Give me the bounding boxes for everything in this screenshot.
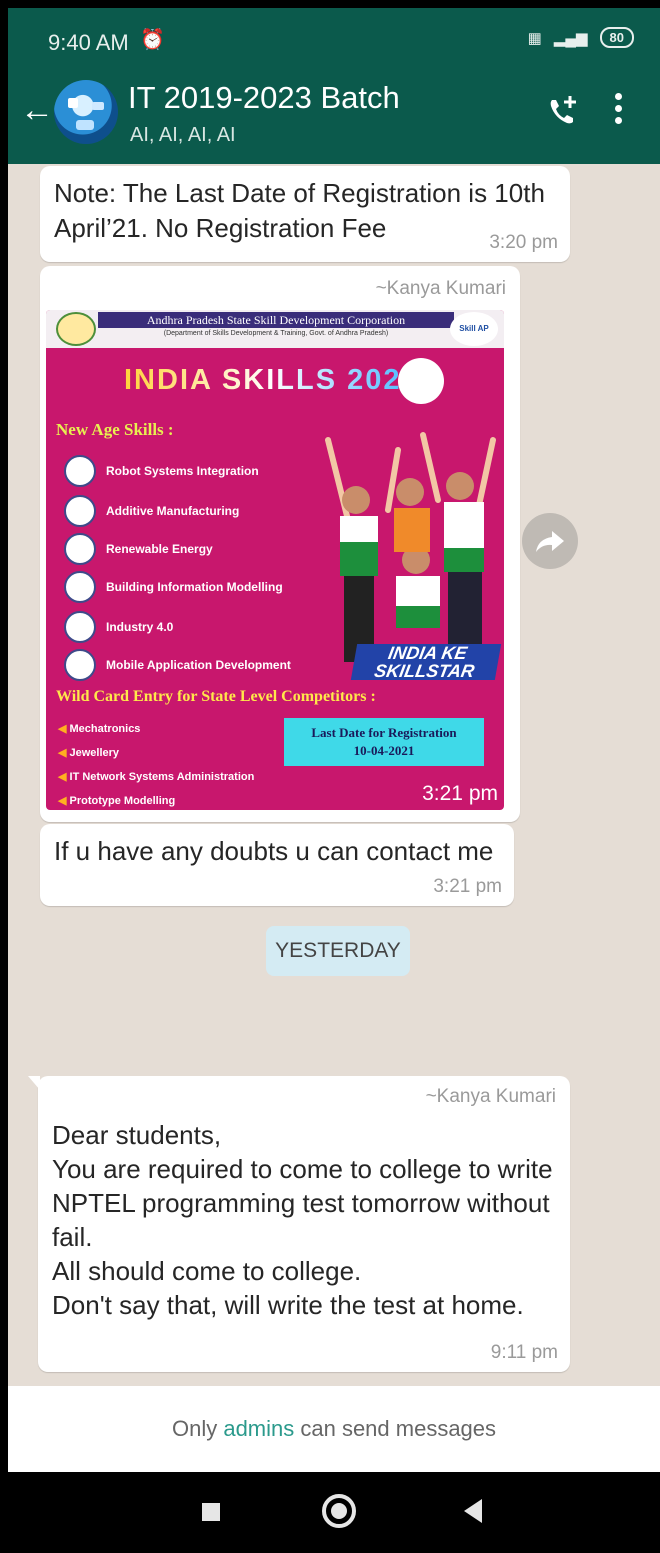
message-line: Dear students, (52, 1120, 222, 1150)
message-line: Don't say that, will write the test at h… (52, 1290, 524, 1320)
poster-last-date: Last Date for Registration 10-04-2021 (284, 718, 484, 766)
back-arrow-icon[interactable]: ← (20, 90, 54, 130)
building-icon (64, 571, 96, 603)
poster-wild-item: IT Network Systems Administration (58, 770, 255, 783)
poster-wild-item: Prototype Modelling (58, 794, 176, 807)
message-line: All should come to college. (52, 1256, 362, 1286)
message-bubble[interactable]: Note: The Last Date of Registration is 1… (40, 166, 570, 262)
skill-ap-logo: Skill AP (450, 312, 498, 346)
message-bubble[interactable]: ~Kanya Kumari Dear students, You are req… (28, 1076, 570, 1372)
back-icon[interactable] (464, 1499, 482, 1523)
poster-wild-card: Wild Card Entry for State Level Competit… (56, 688, 376, 705)
group-members[interactable]: AI, AI, AI, AI (130, 124, 236, 147)
poster-skill: Building Information Modelling (64, 571, 283, 603)
image-message[interactable]: ~Kanya Kumari Andhra Pradesh State Skill… (40, 266, 520, 822)
message-time: 3:21 pm (422, 782, 498, 805)
message-bubble[interactable]: If u have any doubts u can contact me 3:… (40, 824, 514, 906)
poster-title: INDIA SKILLS 2021 (124, 364, 420, 396)
poster-slogan: INDIA KE SKILLSTAR (350, 643, 502, 681)
poster-org: Andhra Pradesh State Skill Development C… (98, 312, 454, 328)
industry-icon (64, 611, 96, 643)
home-icon[interactable] (322, 1494, 356, 1528)
poster-skill: Additive Manufacturing (64, 495, 239, 527)
poster-skill: Robot Systems Integration (64, 455, 259, 487)
android-nav-bar (8, 1472, 660, 1553)
poster-wild-item: Mechatronics (58, 722, 141, 735)
message-sender: ~Kanya Kumari (425, 1086, 556, 1107)
bubble-tail (28, 1076, 40, 1090)
poster-skill: Industry 4.0 (64, 611, 173, 643)
india-skills-logo (398, 358, 444, 404)
poster-image[interactable]: Andhra Pradesh State Skill Development C… (46, 310, 504, 810)
energy-icon (64, 533, 96, 565)
admins-only-notice: Only admins can send messages (8, 1386, 660, 1472)
message-sender: ~Kanya Kumari (375, 278, 506, 299)
data-icon: ▦ (527, 29, 542, 47)
forward-icon[interactable] (522, 513, 578, 569)
poster-dept: (Department of Skills Development & Trai… (163, 330, 389, 337)
robot-icon (64, 455, 96, 487)
alarm-icon: ⏰ (140, 29, 165, 51)
more-options-icon[interactable] (608, 88, 628, 136)
mobile-app-icon (64, 649, 96, 681)
group-avatar[interactable] (54, 80, 118, 144)
date-divider: YESTERDAY (266, 926, 410, 976)
chat-header[interactable]: ← IT 2019-2023 Batch AI, AI, AI, AI (8, 66, 660, 164)
signal-icon: ▂▄▆ (553, 29, 588, 47)
status-bar: 9:40 AM ⏰ ▦ ▂▄▆ 80 (8, 8, 660, 66)
poster-new-age: New Age Skills : (56, 420, 174, 439)
students-photo (325, 432, 496, 662)
screen: 9:40 AM ⏰ ▦ ▂▄▆ 80 ← IT 2019-2023 Batch … (8, 8, 660, 1553)
recents-icon[interactable] (202, 1503, 220, 1521)
message-time: 3:21 pm (433, 876, 502, 897)
printer-3d-icon (64, 495, 96, 527)
poster-skill: Mobile Application Development (64, 649, 291, 681)
message-time: 3:20 pm (489, 232, 558, 253)
message-line: You are required to come to college to w… (52, 1154, 553, 1252)
poster-skill: Renewable Energy (64, 533, 213, 565)
battery-icon: 80 (599, 27, 634, 48)
group-title[interactable]: IT 2019-2023 Batch (128, 80, 400, 116)
ap-emblem-icon (56, 312, 96, 346)
add-call-icon[interactable] (542, 92, 582, 132)
admins-link[interactable]: admins (223, 1416, 294, 1441)
poster-wild-item: Jewellery (58, 746, 120, 759)
message-text: Dear students, You are required to come … (52, 1118, 556, 1322)
message-time: 9:11 pm (490, 1342, 558, 1363)
message-text: Note: The Last Date of Registration is 1… (54, 178, 545, 243)
status-time: 9:40 AM (48, 30, 129, 55)
message-text: If u have any doubts u can contact me (54, 836, 494, 866)
status-icons: ▦ ▂▄▆ 80 (528, 27, 634, 48)
